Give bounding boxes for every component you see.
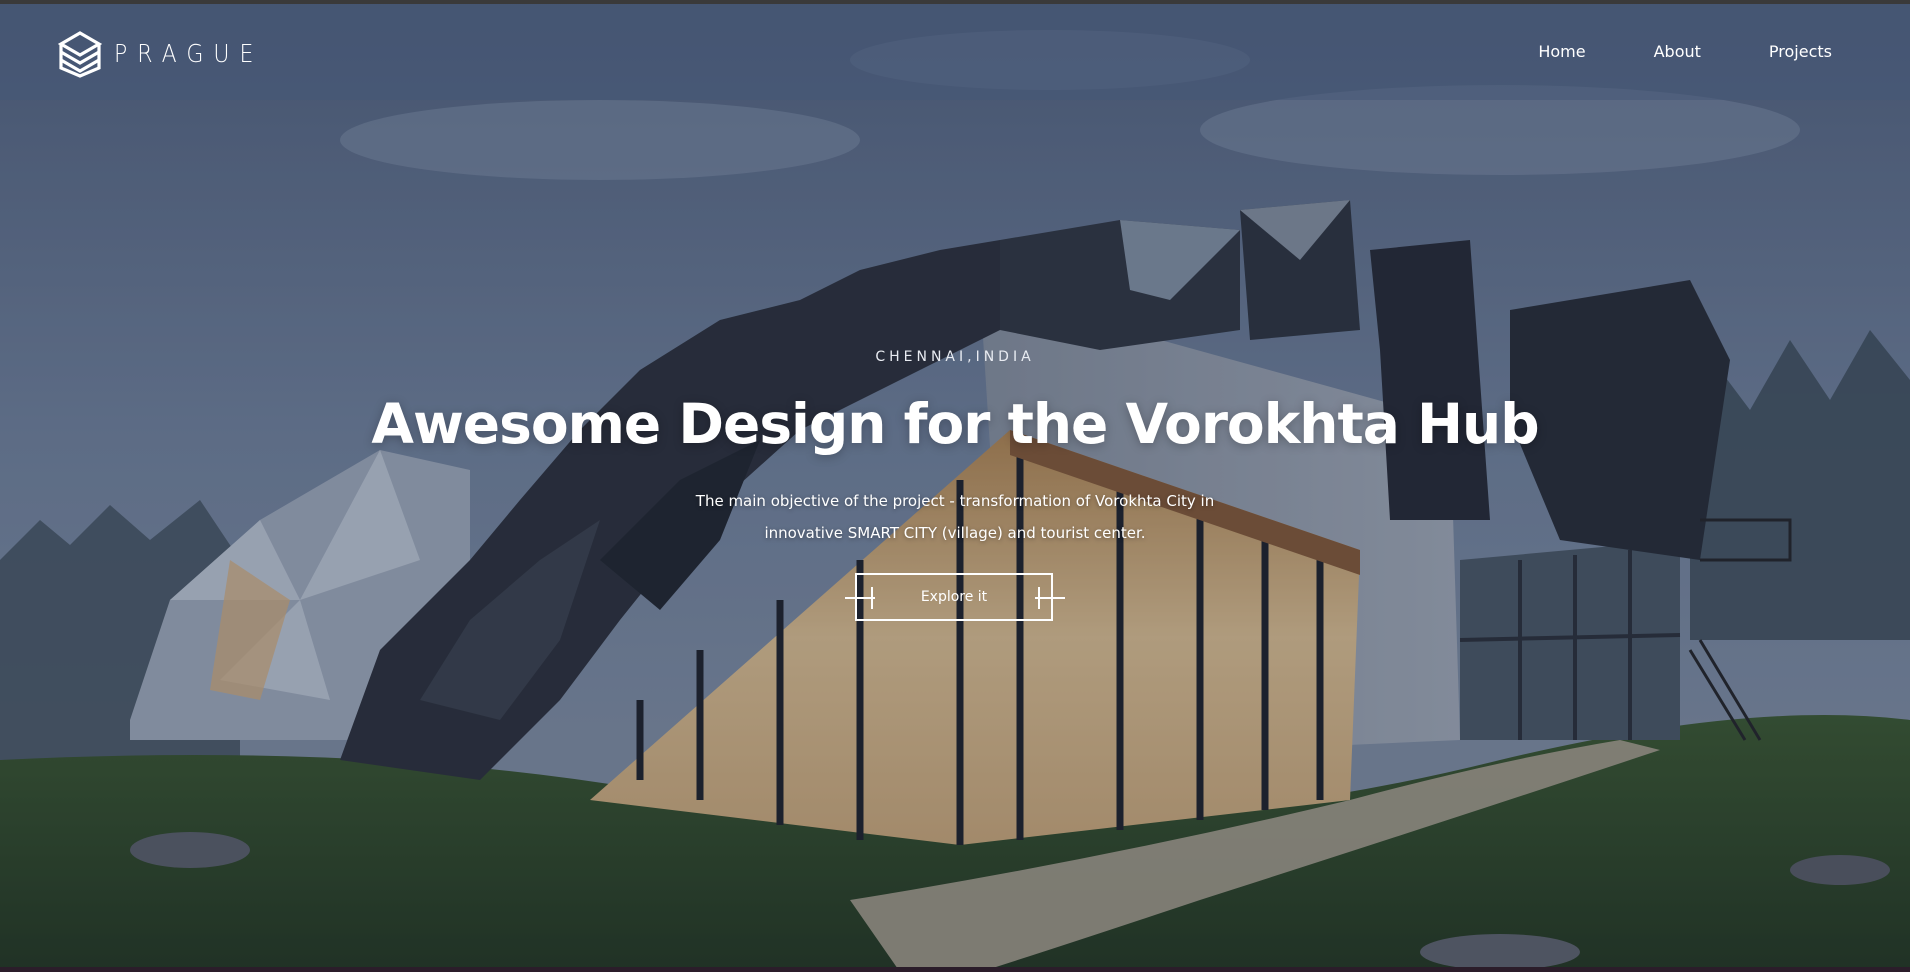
nav-projects-link[interactable]: Projects: [1769, 42, 1832, 61]
logo-text: PRAGUE: [114, 39, 264, 69]
site-header: PRAGUE Home About Projects: [0, 4, 1910, 100]
hero-subtitle: The main objective of the project - tran…: [695, 492, 1215, 542]
nav-home-link[interactable]: Home: [1538, 42, 1585, 61]
explore-button-wrapper: Explore it: [845, 573, 1065, 623]
window-bottom-border: [0, 967, 1910, 972]
stacked-diamond-logo-icon: [58, 31, 102, 78]
window-top-border: [0, 0, 1910, 4]
explore-button[interactable]: Explore it: [855, 573, 1053, 621]
page: PRAGUE Home About Projects CHENNAI,INDIA…: [0, 0, 1910, 972]
main-nav: Home About Projects: [1538, 42, 1832, 61]
hero-location-label: CHENNAI,INDIA: [875, 349, 1035, 365]
hero-headline: Awesome Design for the Vorokhta Hub: [371, 392, 1539, 456]
nav-about-link[interactable]: About: [1654, 42, 1701, 61]
site-logo[interactable]: PRAGUE: [58, 30, 263, 78]
